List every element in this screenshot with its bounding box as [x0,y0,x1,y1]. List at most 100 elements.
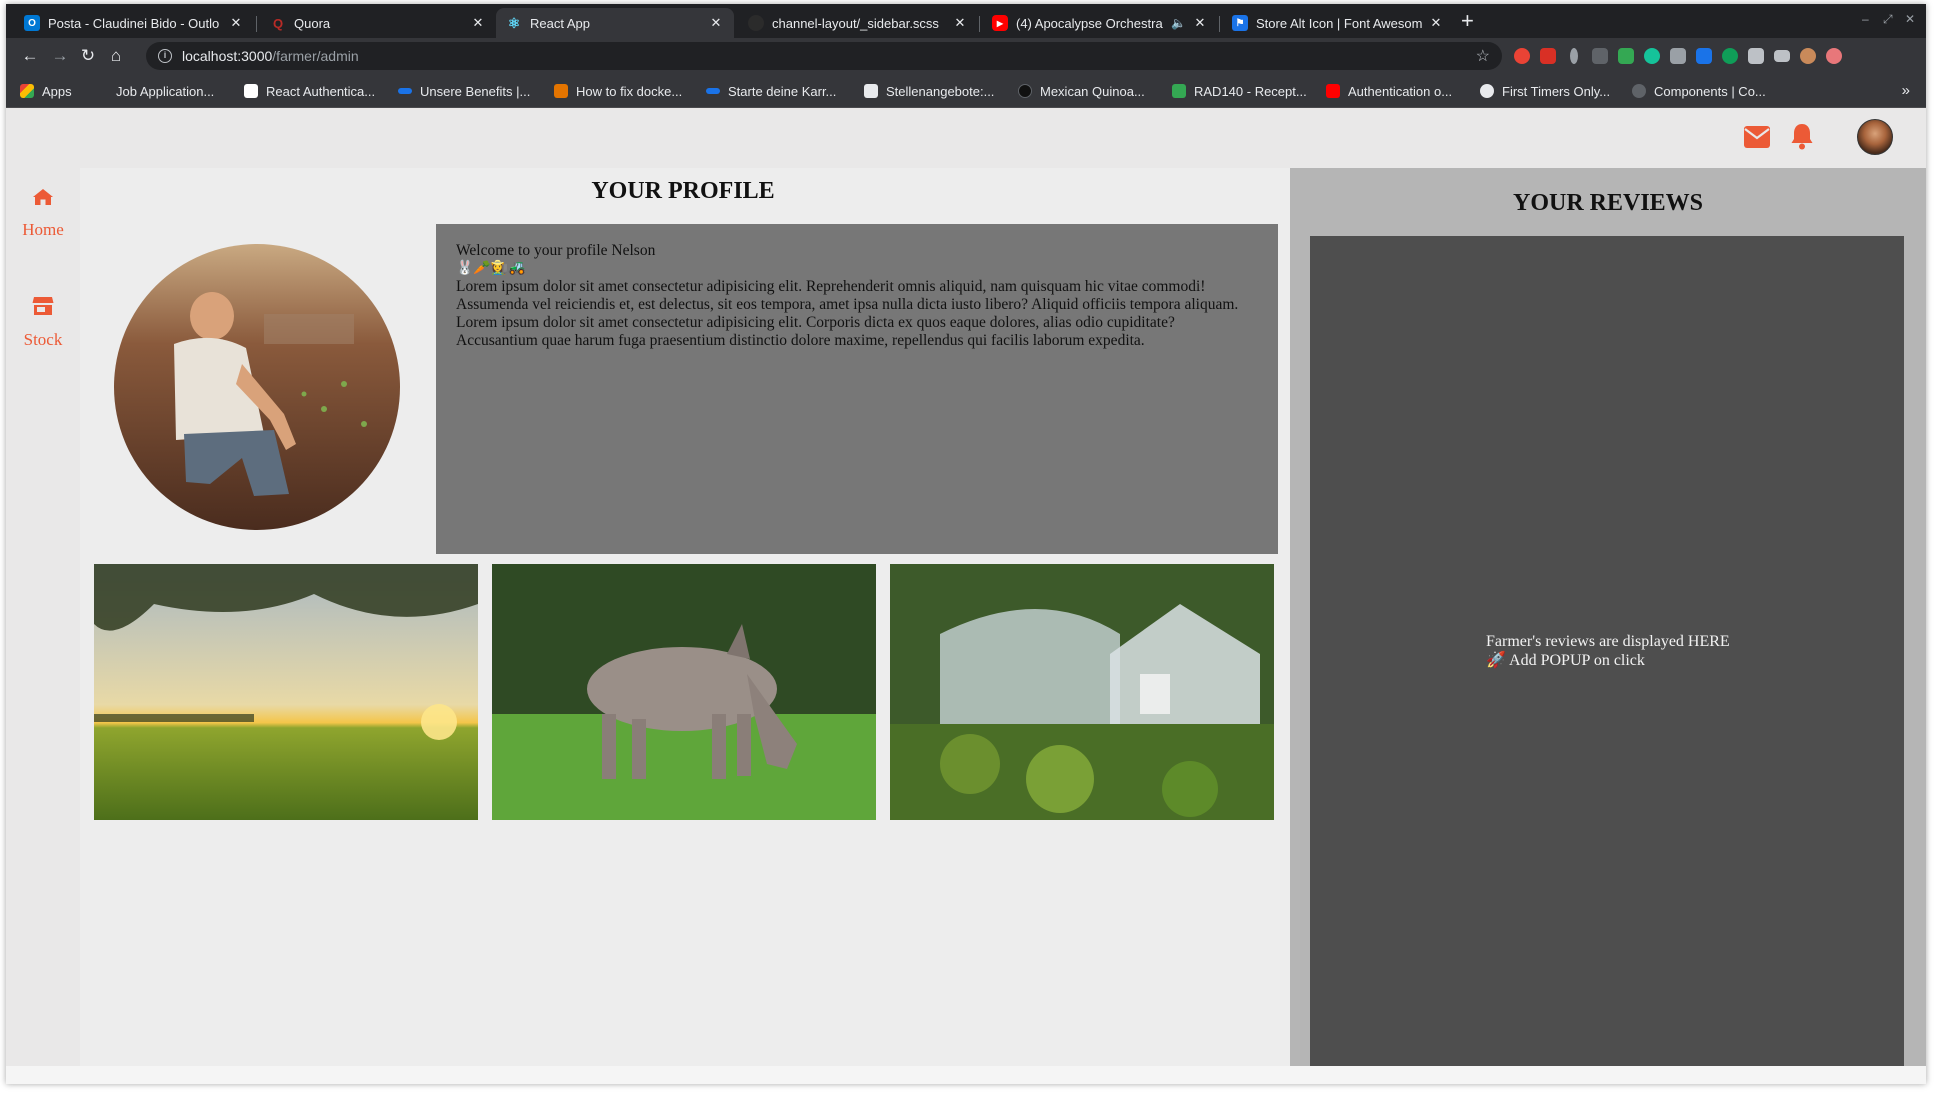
bookmark-label: Unsere Benefits |... [420,83,531,99]
sidebar-item-label: Stock [23,330,63,349]
bookmark-star-icon[interactable]: ☆ [1476,46,1490,66]
bell-icon[interactable] [1790,122,1814,150]
bookmark-label: React Authentica... [266,83,376,99]
bookmark-item[interactable]: Unsere Benefits |... [398,83,530,99]
more-bookmarks-icon[interactable]: » [1902,82,1910,99]
extension-icon[interactable] [1592,48,1608,64]
reviews-placeholder: Farmer's reviews are displayed HERE 🚀 Ad… [1486,632,1730,670]
bookmark-label: Components | Co... [1654,83,1766,99]
home-button[interactable]: ⌂ [106,46,126,66]
tab-bar: O Posta - Claudinei Bido - Outlo ✕ Q Quo… [6,4,1926,38]
tab-title: Quora [294,15,331,31]
stepstone-icon [864,84,878,98]
tab-quora[interactable]: Q Quora ✕ [260,8,496,38]
rocket-icon: 🚀 [1486,652,1506,669]
update-icon[interactable] [1826,48,1842,64]
tab-separator [256,16,257,32]
extension-icon[interactable] [1696,48,1712,64]
tab-youtube[interactable]: ▶ (4) Apocalypse Orchestra 🔈 ✕ [982,8,1218,38]
bookmark-item[interactable]: Mexican Quinoa... [1018,83,1145,99]
speaker-muted-icon[interactable]: 🔈 [1171,16,1186,30]
media-control-icon[interactable] [1774,50,1790,62]
close-icon[interactable]: ✕ [1428,15,1444,31]
tab-outlook[interactable]: O Posta - Claudinei Bido - Outlo ✕ [14,8,254,38]
reviews-panel[interactable]: Farmer's reviews are displayed HERE 🚀 Ad… [1310,236,1904,1084]
tab-font-awesome[interactable]: ⚑ Store Alt Icon | Font Awesom ✕ [1222,8,1454,38]
bookmark-item[interactable]: Components | Co... [1632,83,1766,99]
address-bar[interactable]: i localhost:3000/farmer/admin ☆ [146,42,1502,70]
extension-icon[interactable] [1514,48,1530,64]
grammarly-icon[interactable] [1644,48,1660,64]
medium-icon [244,84,258,98]
sidebar-item-home[interactable]: Home [6,188,80,240]
tab-separator [1219,16,1220,32]
extension-icon[interactable] [1670,48,1686,64]
reload-button[interactable]: ↻ [78,46,98,66]
bookmark-item[interactable]: React Authentica... [244,83,375,99]
close-icon[interactable]: ✕ [1192,15,1208,31]
browser-toolbar: ← → ↻ ⌂ i localhost:3000/farmer/admin ☆ [6,38,1926,74]
sidebar-item-stock[interactable]: Stock [6,296,80,350]
puzzle-icon[interactable] [1748,48,1764,64]
extension-icon[interactable] [1540,48,1556,64]
bookmark-label: First Timers Only... [1502,83,1611,99]
bookmark-label: Starte deine Karr... [728,83,837,99]
back-button[interactable]: ← [20,46,40,66]
window-close-button[interactable]: ✕ [1905,12,1915,26]
bookmark-label: Apps [42,83,72,99]
github-icon [748,15,764,31]
forward-button[interactable]: → [50,46,70,66]
close-icon[interactable]: ✕ [708,15,724,31]
react-icon: ⚛ [507,14,521,31]
home-icon [33,189,53,205]
tab-github[interactable]: channel-layout/_sidebar.scss ✕ [738,8,978,38]
url-path: /farmer/admin [272,48,359,64]
bookmark-item[interactable]: RAD140 - Recept... [1172,83,1307,99]
close-icon[interactable]: ✕ [470,15,486,31]
bookmark-item[interactable]: How to fix docke... [554,83,682,99]
apps-grid-icon [20,84,34,98]
new-tab-button[interactable]: + [1461,10,1474,32]
user-avatar[interactable] [1857,119,1893,155]
bookmark-item[interactable]: Authentication o... [1326,83,1452,99]
tab-title: React App [530,15,590,31]
bookmark-item[interactable]: Job Application... [116,83,214,99]
bookmark-label: Job Application... [116,83,215,99]
bookmark-apps[interactable]: Apps [20,83,72,99]
sidebar: Home Stock [6,168,80,1084]
bookmark-label: How to fix docke... [576,83,683,99]
minimize-button[interactable]: – [1862,12,1869,26]
store-alt-icon [32,297,54,315]
farmer-admin-app: Home Stock YOUR PROFILE Welcome to your … [6,108,1926,1084]
site-info-icon[interactable]: i [158,49,172,63]
dkb-icon [398,88,412,94]
extension-icon[interactable] [1618,48,1634,64]
profile-icon[interactable] [1800,48,1816,64]
extension-icon[interactable] [1570,48,1578,64]
bookmark-item[interactable]: First Timers Only... [1480,83,1610,99]
app-header [6,108,1926,168]
gallery-image-greenhouse [890,564,1274,820]
close-icon[interactable]: ✕ [228,15,244,31]
bookmark-item[interactable]: Starte deine Karr... [706,83,836,99]
bookmark-label: Stellenangebote:... [886,83,995,99]
url-text[interactable]: localhost:3000/farmer/admin [182,48,359,64]
window-bottom-edge [6,1066,1926,1084]
tab-react-app[interactable]: ⚛ React App ✕ [496,8,734,38]
stackoverflow-icon [554,84,568,98]
tab-separator [979,16,980,32]
envelope-icon[interactable] [1744,126,1770,148]
bookmark-label: RAD140 - Recept... [1194,83,1307,99]
popup-hint-text: Add POPUP on click [1509,652,1645,669]
extension-icon[interactable] [1722,48,1738,64]
farmer-profile-photo [114,244,400,530]
globe-icon [1480,84,1494,98]
close-icon[interactable]: ✕ [952,15,968,31]
maximize-button[interactable]: ⤢ [1883,12,1893,27]
welcome-text: Welcome to your profile Nelson [456,242,656,259]
bookmarks-bar: Apps Job Application... React Authentica… [6,74,1926,108]
tab-title: Store Alt Icon | Font Awesom [1256,15,1422,31]
flag-icon: ⚑ [1232,15,1248,31]
bookmark-item[interactable]: Stellenangebote:... [864,83,994,99]
url-host: localhost:3000 [182,48,273,64]
